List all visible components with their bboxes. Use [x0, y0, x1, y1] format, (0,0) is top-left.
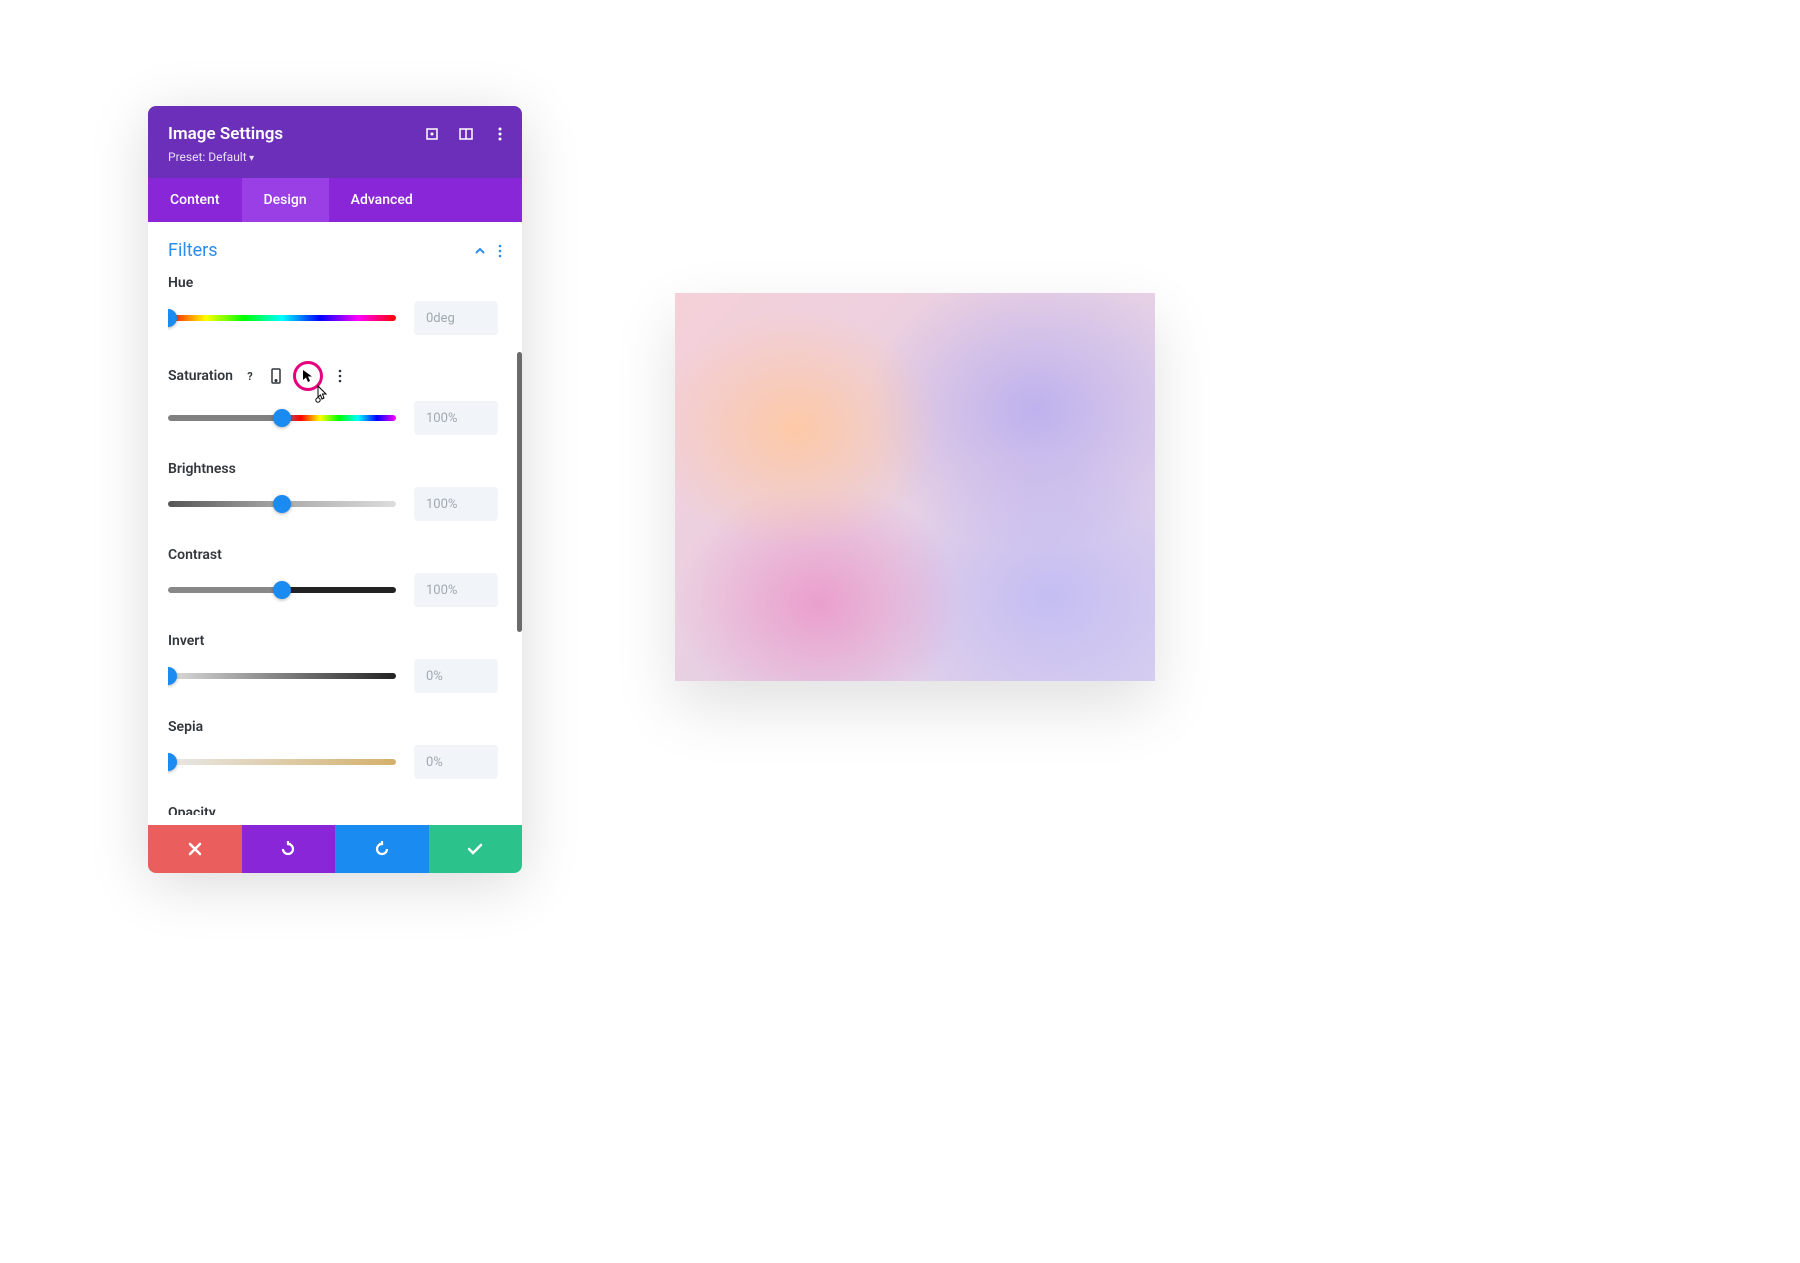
contrast-label: Contrast	[168, 547, 222, 563]
invert-value[interactable]: 0%	[414, 659, 498, 693]
brightness-value[interactable]: 100%	[414, 487, 498, 521]
undo-button[interactable]	[242, 825, 336, 873]
saturation-thumb[interactable]	[273, 409, 291, 427]
tab-content[interactable]: Content	[148, 178, 242, 222]
contrast-thumb[interactable]	[273, 581, 291, 599]
filters-section: Filters Hue 0deg	[148, 222, 522, 825]
filter-invert: Invert 0%	[168, 633, 498, 693]
layout-icon[interactable]	[458, 126, 474, 142]
tab-design[interactable]: Design	[242, 178, 329, 222]
tabs: Content Design Advanced	[148, 178, 522, 222]
filter-hue: Hue 0deg	[168, 275, 498, 335]
cancel-button[interactable]	[148, 825, 242, 873]
panel-footer	[148, 825, 522, 873]
sepia-thumb[interactable]	[168, 753, 177, 771]
brightness-label: Brightness	[168, 461, 236, 477]
invert-label: Invert	[168, 633, 204, 649]
image-settings-panel: Image Settings Preset: Default Content D…	[148, 106, 522, 873]
hover-cursor-icon[interactable]	[299, 367, 317, 385]
hue-slider[interactable]	[168, 315, 396, 321]
panel-header: Image Settings Preset: Default	[148, 106, 522, 178]
saturation-value[interactable]: 100%	[414, 401, 498, 435]
more-icon[interactable]	[492, 126, 508, 142]
hue-value[interactable]: 0deg	[414, 301, 498, 335]
filter-brightness: Brightness 100%	[168, 461, 498, 521]
collapse-icon[interactable]	[474, 247, 486, 255]
sepia-slider[interactable]	[168, 759, 396, 765]
saturation-label: Saturation	[168, 368, 233, 384]
saturation-slider[interactable]	[168, 415, 396, 421]
help-icon[interactable]: ?	[241, 367, 259, 385]
filter-contrast: Contrast 100%	[168, 547, 498, 607]
filter-sepia: Sepia 0%	[168, 719, 498, 779]
preview-image	[675, 293, 1155, 681]
saturation-more-icon[interactable]	[331, 367, 349, 385]
filter-saturation: Saturation ?	[168, 361, 498, 435]
responsive-icon[interactable]	[267, 367, 285, 385]
confirm-button[interactable]	[429, 825, 523, 873]
hover-state-highlight	[293, 361, 323, 391]
contrast-slider[interactable]	[168, 587, 396, 593]
header-icons	[424, 126, 508, 142]
contrast-value[interactable]: 100%	[414, 573, 498, 607]
section-title: Filters	[168, 240, 218, 261]
section-header: Filters	[168, 240, 502, 261]
preset-selector[interactable]: Preset: Default	[168, 150, 502, 164]
hue-thumb[interactable]	[168, 309, 177, 327]
section-more-icon[interactable]	[498, 244, 502, 258]
brightness-thumb[interactable]	[273, 495, 291, 513]
filters-body: Hue 0deg Saturation ?	[168, 275, 502, 815]
expand-icon[interactable]	[424, 126, 440, 142]
scrollbar[interactable]	[517, 352, 522, 632]
opacity-label: Opacity	[168, 805, 216, 815]
filter-opacity: Opacity 100%	[168, 805, 498, 815]
sepia-value[interactable]: 0%	[414, 745, 498, 779]
sepia-label: Sepia	[168, 719, 203, 735]
tab-advanced[interactable]: Advanced	[329, 178, 435, 222]
invert-thumb[interactable]	[168, 667, 177, 685]
hue-label: Hue	[168, 275, 193, 291]
redo-button[interactable]	[335, 825, 429, 873]
brightness-slider[interactable]	[168, 501, 396, 507]
invert-slider[interactable]	[168, 673, 396, 679]
